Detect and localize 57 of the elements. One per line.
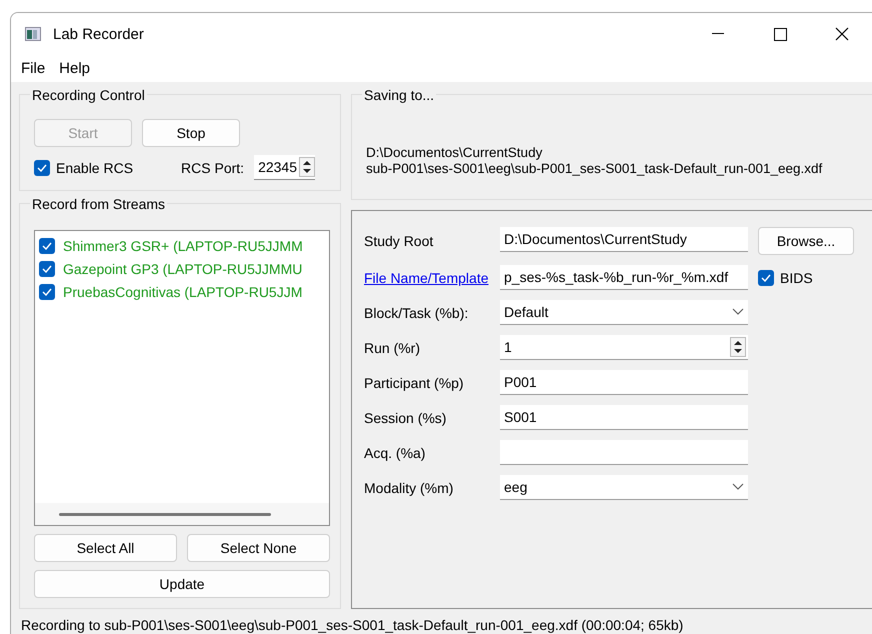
menu-item[interactable]: Help (59, 60, 90, 77)
app-icon (25, 27, 41, 41)
field-label: Participant (%p) (364, 374, 465, 390)
template-link[interactable]: File Name/Template (364, 270, 500, 286)
menu-item[interactable]: File (21, 60, 46, 77)
group-title: Recording Control (30, 87, 147, 103)
group-title: Record from Streams (30, 196, 168, 212)
minimize-icon[interactable] (712, 33, 724, 35)
checkmark-icon (37, 164, 47, 172)
checkmark-icon (42, 288, 52, 296)
status-text: Recording to sub-P001\ses-S001\eeg\sub-P001_ses-S001_task-Default_run-001_eeg.xdf (00:00:04; 65kb) (20, 617, 684, 634)
spin-arrows-icon[interactable] (299, 157, 315, 177)
group-title: Saving to... (362, 87, 436, 103)
save-path: D:\Documentos\CurrentStudy (366, 145, 544, 161)
field-label: RCS Port: (181, 160, 244, 176)
checkbox-label: BIDS (780, 270, 813, 286)
stream-list[interactable]: Shimmer3 GSR+ (LAPTOP-RU5JJMM Gazepoint GP3 (LAPTOP-RU5JJMMU PruebasCognitivas (LAPTOP-RU5JJM (34, 230, 330, 526)
stream-item[interactable]: PruebasCognitivas (LAPTOP-RU5JJM (63, 284, 302, 300)
checkbox[interactable] (34, 160, 50, 176)
field-label: Block/Task (%b): (364, 304, 470, 320)
window-title: Lab Recorder (53, 26, 144, 42)
input-field[interactable]: P001 (500, 370, 748, 395)
input-field[interactable]: D:\Documentos\CurrentStudy (500, 227, 748, 252)
checkmark-icon (42, 264, 52, 272)
close-icon[interactable] (835, 27, 849, 41)
spin-arrows-icon[interactable] (730, 337, 746, 357)
dropdown[interactable]: Default (500, 300, 748, 325)
port-spin-box[interactable]: 22345 (254, 155, 315, 180)
update-button[interactable]: Update (34, 570, 330, 598)
field-label: Session (%s) (364, 410, 448, 426)
select-none-button[interactable]: Select None (187, 534, 330, 562)
stream-item[interactable]: Shimmer3 GSR+ (LAPTOP-RU5JJMM (63, 238, 303, 254)
input-field[interactable]: p_ses-%s_task-%b_run-%r_%m.xdf (500, 265, 748, 290)
checkbox[interactable] (39, 260, 55, 276)
checkbox[interactable] (758, 270, 774, 286)
checkmark-icon (761, 274, 771, 282)
maximize-icon[interactable] (774, 28, 786, 40)
dropdown-caret-icon[interactable] (732, 308, 744, 316)
dropdown[interactable]: eeg (500, 475, 748, 500)
dropdown-caret-icon[interactable] (732, 483, 744, 491)
checkbox[interactable] (39, 284, 55, 300)
stream-item[interactable]: Gazepoint GP3 (LAPTOP-RU5JJMMU (63, 260, 302, 276)
field-label: Modality (%m) (364, 480, 454, 496)
checkbox[interactable] (39, 238, 55, 254)
browse-button[interactable]: Browse... (758, 227, 854, 255)
save-path: sub-P001\ses-S001\eeg\sub-P001_ses-S001_task-Default_run-001_eeg.xdf (366, 161, 824, 177)
checkmark-icon (42, 242, 52, 250)
input-field[interactable] (500, 440, 748, 465)
stop-button[interactable]: Stop (142, 119, 240, 147)
select-all-button[interactable]: Select All (34, 534, 177, 562)
horizontal-scrollbar[interactable] (35, 503, 329, 525)
input-field[interactable]: S001 (500, 405, 748, 430)
field-label: Run (%r) (364, 340, 422, 356)
field-label: Study Root (364, 233, 434, 249)
checkbox-label: Enable RCS (56, 160, 134, 176)
field-label: Acq. (%a) (364, 444, 426, 460)
spin-box[interactable]: 1 (500, 335, 748, 360)
